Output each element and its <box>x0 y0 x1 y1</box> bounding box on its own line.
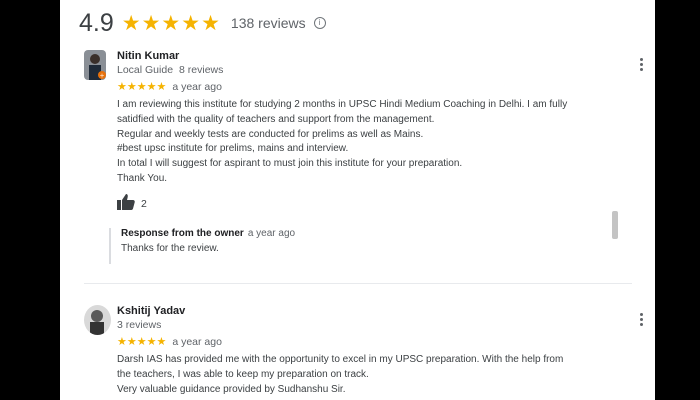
owner-response: Response from the owner a year ago Thanks… <box>109 228 601 264</box>
review-stars: ★★★★★ <box>117 336 167 348</box>
scrollbar-thumb[interactable] <box>612 211 618 239</box>
review-line: the teachers, I was able to keep my prep… <box>117 368 369 380</box>
more-options-icon[interactable] <box>638 58 644 71</box>
review-divider <box>84 283 632 284</box>
total-review-count[interactable]: 138 reviews <box>231 15 306 31</box>
owner-response-label: Response from the owner <box>121 228 244 239</box>
review-line: Darsh IAS has provided me with the oppor… <box>117 354 564 365</box>
more-options-icon[interactable] <box>638 313 644 326</box>
review-rating: ★★★★★ a year ago <box>117 335 222 348</box>
review-stars: ★★★★★ <box>117 81 167 93</box>
owner-response-header: Response from the owner a year ago <box>121 228 601 239</box>
thumbs-up-icon <box>117 194 135 213</box>
review-time: a year ago <box>172 81 222 93</box>
review-line: Thank You. <box>117 172 168 184</box>
avatar[interactable] <box>84 305 111 335</box>
reviewer-name[interactable]: Kshitij Yadav <box>117 305 185 317</box>
like-button[interactable]: 2 <box>117 194 147 213</box>
rating-summary: 4.9 ★★★★★ 138 reviews i <box>79 6 326 40</box>
like-count: 2 <box>141 197 147 210</box>
review-line: Regular and weekly tests are conducted f… <box>117 128 424 140</box>
info-icon[interactable]: i <box>313 17 326 29</box>
review-line: #best upsc institute for prelims, mains … <box>117 143 349 155</box>
reviewer-review-count: 8 reviews <box>179 64 224 76</box>
review-line: Very valuable guidance provided by Sudha… <box>117 383 346 395</box>
local-guide-badge: Local Guide <box>117 64 174 76</box>
review-line: In total I will suggest for aspirant to … <box>117 158 463 170</box>
reviewer-review-count: 3 reviews <box>117 319 162 331</box>
owner-response-time: a year ago <box>247 228 296 239</box>
reviewer-meta: Local Guide 8 reviews <box>117 64 223 76</box>
rating-stars: ★★★★★ <box>121 11 221 35</box>
review-line: I am reviewing this institute for studyi… <box>117 99 568 110</box>
review-time: a year ago <box>172 336 222 348</box>
review-rating: ★★★★★ a year ago <box>117 80 222 93</box>
avatar[interactable]: + <box>84 50 106 80</box>
review-line: satidfied with the quality of teachers a… <box>117 113 435 125</box>
average-rating: 4.9 <box>79 8 114 37</box>
review-text: Darsh IAS has provided me with the oppor… <box>117 353 617 397</box>
owner-response-text: Thanks for the review. <box>121 243 219 254</box>
reviewer-name[interactable]: Nitin Kumar <box>117 50 179 62</box>
review-text: I am reviewing this institute for studyi… <box>117 98 617 187</box>
reviews-panel: 4.9 ★★★★★ 138 reviews i + Nitin Kumar Lo… <box>60 0 655 400</box>
svg-text:+: + <box>99 73 104 80</box>
